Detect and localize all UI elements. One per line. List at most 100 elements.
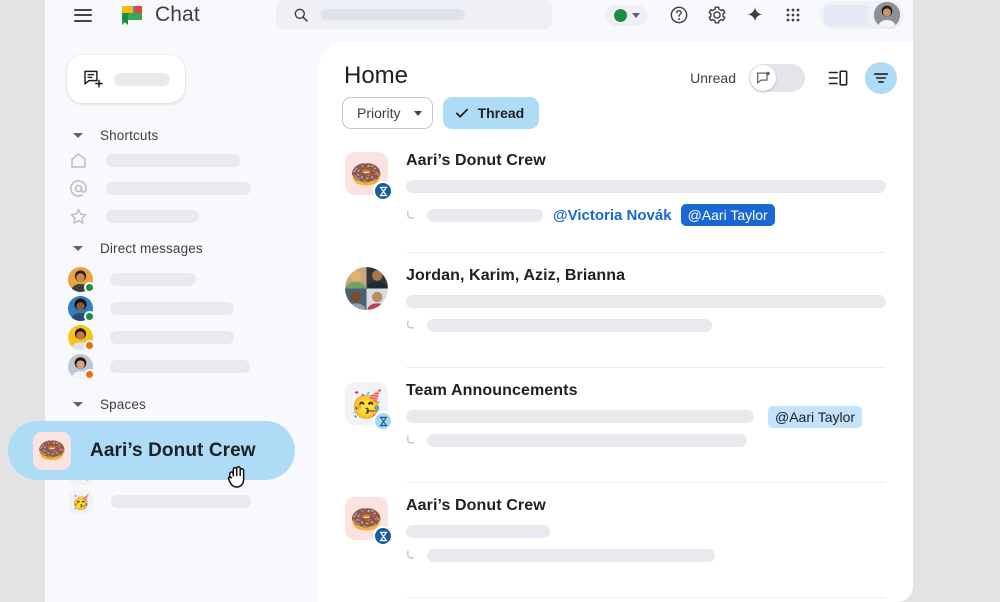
donut-emoji-avatar: 🍩 xyxy=(33,431,71,470)
row-separator xyxy=(406,597,885,598)
hourglass-badge-icon xyxy=(373,411,393,431)
message-preview-placeholder xyxy=(406,410,754,423)
sidebar-space-label-placeholder xyxy=(111,495,251,508)
thread-filter-chip-label: Thread xyxy=(477,105,525,121)
filter-icon xyxy=(873,73,889,83)
search-input[interactable] xyxy=(276,0,552,29)
reply-arrow-icon xyxy=(407,320,414,329)
thread-filter-chip[interactable]: Thread xyxy=(442,97,540,129)
mention-chip-aari-taylor[interactable]: @Aari Taylor xyxy=(680,204,775,226)
main-panel: Home Unread Priority Thread 🍩 Aari’s Don… xyxy=(318,42,913,602)
unread-toggle[interactable] xyxy=(749,64,805,92)
presence-indicator-active xyxy=(84,311,95,322)
hourglass-badge-icon xyxy=(373,181,393,201)
conversation-title: Jordan, Karim, Aziz, Brianna xyxy=(406,267,626,284)
reply-preview-placeholder xyxy=(427,208,543,222)
priority-filter-chip[interactable]: Priority xyxy=(342,97,433,129)
caret-down-icon xyxy=(73,132,83,138)
new-chat-button[interactable] xyxy=(67,55,185,103)
hamburger-menu-icon[interactable] xyxy=(74,8,92,22)
sidebar-item-mentions[interactable] xyxy=(45,174,251,202)
priority-filter-chip-label: Priority xyxy=(357,105,401,121)
sidebar-item-starred[interactable] xyxy=(45,202,199,230)
account-avatar[interactable] xyxy=(874,2,900,28)
group-photo-collage-avatar xyxy=(345,267,388,310)
google-chat-logo xyxy=(119,2,145,28)
sidebar-section-direct-messages[interactable]: Direct messages xyxy=(45,238,203,258)
sidebar-dm-item[interactable] xyxy=(45,294,234,323)
message-preview-placeholder xyxy=(406,525,550,538)
reply-arrow-icon xyxy=(407,435,414,444)
conversation-title: Aari’s Donut Crew xyxy=(406,497,546,514)
presence-status-button[interactable] xyxy=(605,4,648,26)
avatar xyxy=(68,354,95,380)
search-icon xyxy=(294,8,308,22)
account-label-placeholder xyxy=(824,4,868,26)
sidebar-item-home[interactable] xyxy=(45,146,240,174)
thread-reply-preview: @Victoria Novák @Aari Taylor xyxy=(406,204,775,226)
unread-toggle-label: Unread xyxy=(690,70,736,86)
account-chip[interactable] xyxy=(820,1,904,29)
sidebar-dm-item[interactable] xyxy=(45,323,234,352)
app-title: Chat xyxy=(155,3,200,26)
caret-down-icon xyxy=(73,245,83,251)
caret-down-icon xyxy=(413,110,422,116)
party-face-emoji-icon: 🥳 xyxy=(69,489,93,514)
thread-reply-preview xyxy=(406,319,712,332)
sidebar-section-title: Spaces xyxy=(100,396,146,412)
sidebar: Shortcuts Direct messages Spaces 🥳 xyxy=(45,30,318,602)
page-title: Home xyxy=(344,62,409,89)
gemini-sparkle-icon[interactable] xyxy=(745,5,765,25)
mention-chip-aari-taylor[interactable]: @Aari Taylor xyxy=(768,406,863,428)
chevron-down-icon xyxy=(632,12,640,18)
aari-donut-crew-drag-item[interactable]: 🍩 Aari’s Donut Crew xyxy=(8,421,295,480)
conversation-row[interactable]: 🍩 Aari’s Donut Crew xyxy=(318,483,913,598)
settings-gear-icon[interactable] xyxy=(707,5,727,25)
avatar xyxy=(68,267,95,293)
help-icon[interactable] xyxy=(669,5,689,25)
conversation-title: Team Announcements xyxy=(406,382,578,399)
filter-button[interactable] xyxy=(865,62,897,94)
new-chat-icon xyxy=(84,70,103,88)
conversation-title: Aari’s Donut Crew xyxy=(406,152,546,169)
search-placeholder xyxy=(321,9,465,20)
unread-bubble-icon xyxy=(756,71,770,83)
presence-indicator-away xyxy=(84,369,95,380)
chat-app-window: Chat Shortcuts Direct messages Spaces 🥳 … xyxy=(45,0,913,602)
thread-reply-preview xyxy=(406,549,715,562)
sidebar-item-label-placeholder xyxy=(106,181,251,195)
mention-victoria-novak[interactable]: @Victoria Novák xyxy=(553,207,672,224)
caret-down-icon xyxy=(73,401,83,407)
home-icon xyxy=(71,152,86,168)
sidebar-dm-item[interactable] xyxy=(45,265,196,294)
avatar xyxy=(68,296,95,322)
sidebar-section-title: Direct messages xyxy=(100,240,203,256)
status-dot-active-icon xyxy=(614,8,627,22)
sidebar-space-item[interactable]: 🥳 xyxy=(45,487,251,516)
message-preview-placeholder xyxy=(406,180,886,193)
conversation-row[interactable]: 🥳 Team Announcements @Aari Taylor xyxy=(318,368,913,483)
sidebar-item-label-placeholder xyxy=(106,153,240,167)
reply-preview-placeholder xyxy=(427,319,712,332)
reply-arrow-icon xyxy=(407,210,414,218)
top-app-bar: Chat xyxy=(45,0,913,30)
check-icon xyxy=(455,108,468,118)
apps-grid-icon[interactable] xyxy=(783,5,803,25)
drag-item-label: Aari’s Donut Crew xyxy=(90,439,256,461)
sidebar-dm-label-placeholder xyxy=(110,302,234,315)
new-chat-label-placeholder xyxy=(114,72,170,86)
reply-arrow-icon xyxy=(407,550,414,559)
sidebar-dm-label-placeholder xyxy=(110,360,250,373)
sidebar-section-shortcuts[interactable]: Shortcuts xyxy=(45,125,158,145)
sidebar-section-spaces[interactable]: Spaces xyxy=(45,394,146,414)
presence-indicator-active xyxy=(84,282,95,293)
top-bar-actions xyxy=(605,0,904,30)
hourglass-badge-icon xyxy=(373,526,393,546)
conversation-row[interactable]: Jordan, Karim, Aziz, Brianna xyxy=(318,253,913,368)
conversation-row[interactable]: 🍩 Aari’s Donut Crew @Victoria Novák @Aar… xyxy=(318,138,913,253)
split-view-icon[interactable] xyxy=(827,67,849,89)
message-preview-placeholder xyxy=(406,295,886,308)
sidebar-dm-item[interactable] xyxy=(45,352,250,381)
header-controls: Unread xyxy=(690,62,897,94)
sidebar-dm-label-placeholder xyxy=(110,331,234,344)
